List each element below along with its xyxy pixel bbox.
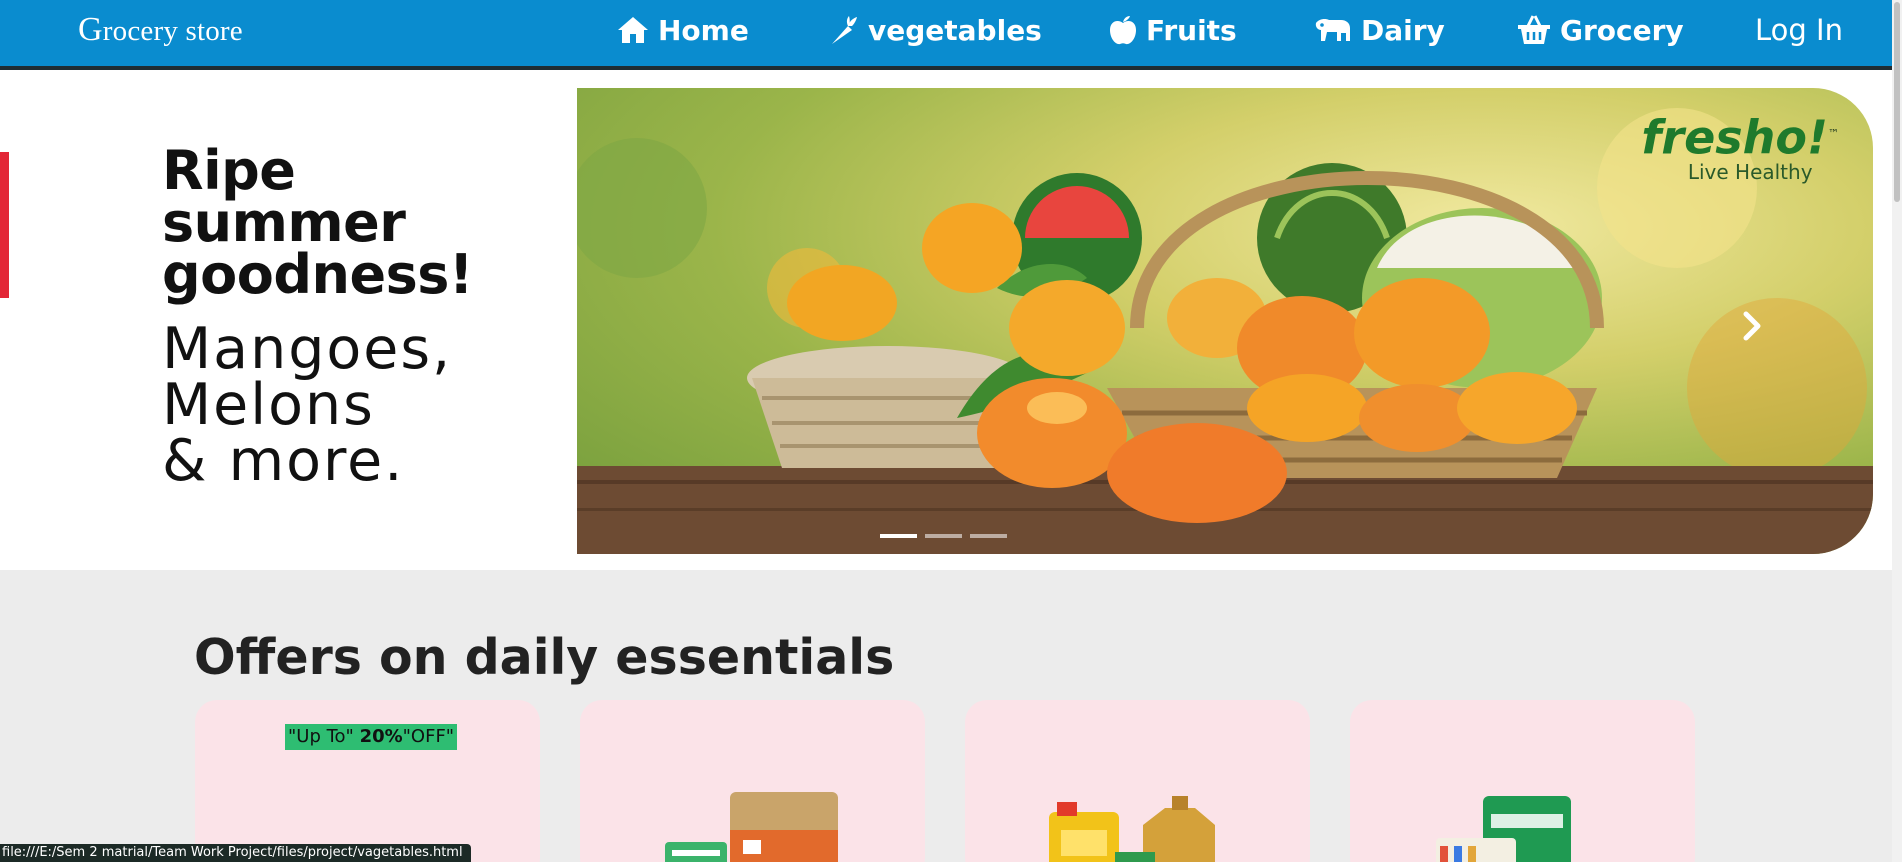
page-scrollbar[interactable]: [1892, 0, 1902, 862]
scrollbar-thumb[interactable]: [1894, 2, 1900, 202]
hero-subline: Mangoes, Melons & more.: [162, 316, 473, 494]
sugar-pack-image: [1436, 796, 1571, 862]
apple-icon: [1108, 14, 1138, 46]
offer-discount-badge: "Up To" 20%"OFF": [285, 724, 458, 750]
hero-headline: Ripe summer goodness!: [162, 139, 473, 306]
nav-dairy[interactable]: Dairy: [1313, 9, 1445, 51]
offer-card[interactable]: "Up To" 20%"OFF": [195, 700, 540, 862]
brand-initial: G: [78, 11, 103, 48]
offer-card[interactable]: [580, 700, 925, 862]
nav-vegetables[interactable]: vegetables: [828, 9, 1042, 51]
offer-badge-suffix: "OFF": [402, 726, 455, 747]
offer-card[interactable]: [1350, 700, 1695, 862]
nav-vegetables-label: vegetables: [868, 13, 1042, 47]
status-bar-url: file:///E:/Sem 2 matrial/Team Work Proje…: [0, 844, 471, 862]
top-navbar: Grocery store Home vegetables Fruits Dai…: [0, 0, 1892, 70]
nav-fruits-label: Fruits: [1146, 13, 1237, 47]
cow-icon: [1313, 15, 1353, 45]
chevron-right-icon: [1743, 311, 1761, 341]
hero-subline-line: & more.: [162, 428, 405, 494]
offer-card[interactable]: [965, 700, 1310, 862]
fresho-trademark: ™: [1828, 127, 1839, 140]
hero-fruit-basket-image: fresho!™ Live Healthy: [577, 88, 1873, 554]
fresho-logo-name: fresho!: [1641, 110, 1828, 165]
hero-headline-line: summer: [162, 191, 406, 254]
nav-dairy-label: Dairy: [1361, 13, 1445, 47]
red-accent-bar: [0, 152, 9, 298]
carousel-indicator-2[interactable]: [925, 534, 962, 538]
offer-badge-value: 20%: [359, 726, 403, 747]
hero-carousel: Ripe summer goodness! Mangoes, Melons & …: [0, 70, 1892, 570]
login-link[interactable]: Log In: [1755, 9, 1843, 51]
nav-grocery[interactable]: Grocery: [1516, 9, 1684, 51]
fresho-tagline: Live Healthy: [1687, 160, 1813, 185]
offers-section-title: Offers on daily essentials: [194, 629, 895, 686]
nav-home-label: Home: [658, 13, 749, 47]
nav-home[interactable]: Home: [616, 9, 749, 51]
hero-subline-line: Mangoes,: [162, 316, 453, 382]
carousel-indicators: [880, 534, 1007, 538]
brand-logo[interactable]: Grocery store: [78, 10, 243, 50]
carrot-icon: [828, 14, 860, 46]
hero-headline-line: Ripe: [162, 139, 296, 202]
brand-name: rocery store: [102, 15, 243, 47]
home-icon: [616, 15, 650, 45]
hero-subline-line: Melons: [162, 372, 375, 438]
nav-fruits[interactable]: Fruits: [1108, 9, 1237, 51]
fresho-logo: fresho!™ Live Healthy: [1641, 110, 1839, 183]
hero-text: Ripe summer goodness! Mangoes, Melons & …: [162, 139, 473, 494]
offer-badge-prefix: "Up To": [288, 726, 360, 747]
cooking-oil-image: [1049, 796, 1215, 862]
hero-headline-line: goodness!: [162, 243, 473, 306]
basket-icon: [1516, 14, 1552, 46]
staples-pack-image: [665, 792, 838, 862]
carousel-indicator-3[interactable]: [970, 534, 1007, 538]
carousel-next-button[interactable]: [1738, 306, 1766, 346]
carousel-indicator-1[interactable]: [880, 534, 917, 538]
nav-grocery-label: Grocery: [1560, 13, 1684, 47]
